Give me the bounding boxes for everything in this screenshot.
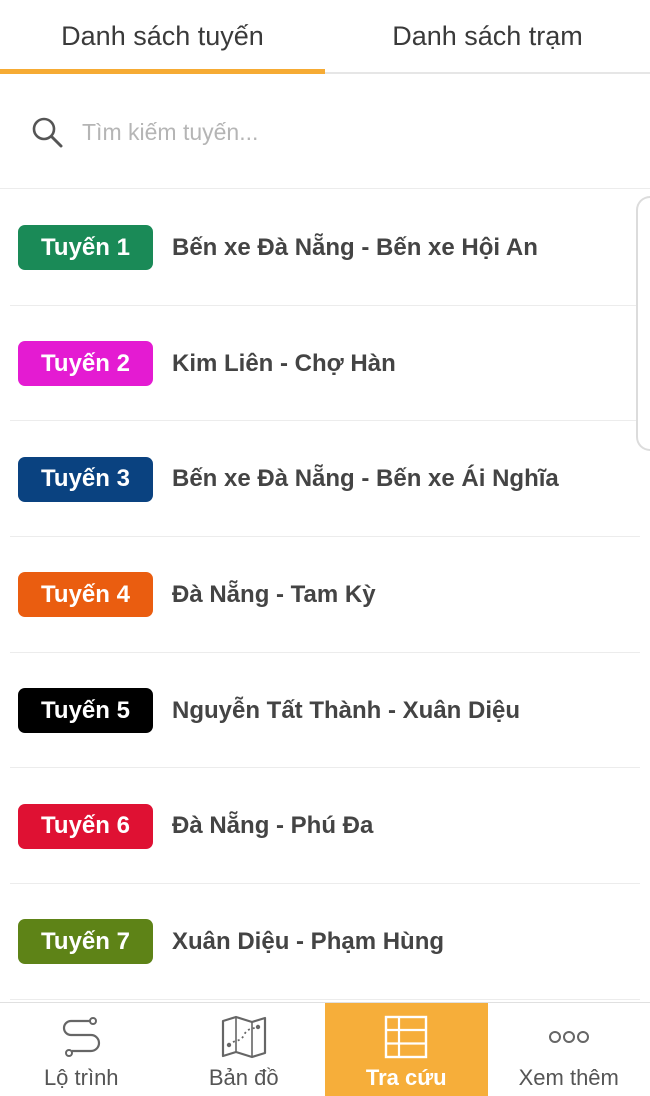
- tab-route-list[interactable]: Danh sách tuyến: [0, 0, 325, 74]
- route-badge: Tuyến 1: [18, 225, 153, 271]
- route-row[interactable]: Tuyến 6 Đà Nẵng - Phú Đa: [0, 768, 650, 884]
- route-row[interactable]: Tuyến 4 Đà Nẵng - Tam Kỳ: [0, 537, 650, 653]
- nav-map[interactable]: Bản đồ: [163, 1003, 326, 1096]
- route-badge: Tuyến 7: [18, 919, 153, 965]
- nav-more-label: Xem thêm: [518, 1065, 619, 1090]
- scroll-indicator[interactable]: [636, 196, 650, 451]
- route-row[interactable]: Tuyến 3 Bến xe Đà Nẵng - Bến xe Ái Nghĩa: [0, 421, 650, 537]
- route-badge: Tuyến 4: [18, 572, 153, 618]
- more-icon: [547, 1015, 591, 1059]
- nav-route[interactable]: Lộ trình: [0, 1003, 163, 1096]
- tab-bar: Danh sách tuyến Danh sách trạm: [0, 0, 650, 74]
- nav-lookup[interactable]: Tra cứu: [325, 1003, 488, 1096]
- route-list: Tuyến 1 Bến xe Đà Nẵng - Bến xe Hội An T…: [0, 190, 650, 1002]
- tab-station-list[interactable]: Danh sách trạm: [325, 0, 650, 72]
- map-icon: [220, 1015, 268, 1059]
- search-bar: [0, 76, 650, 189]
- route-name: Xuân Diệu - Phạm Hùng: [172, 927, 445, 955]
- route-name: Bến xe Đà Nẵng - Bến xe Hội An: [172, 233, 538, 261]
- route-row[interactable]: Tuyến 2 Kim Liên - Chợ Hàn: [0, 306, 650, 422]
- search-icon[interactable]: [30, 115, 64, 149]
- route-name: Đà Nẵng - Phú Đa: [172, 812, 374, 840]
- route-row[interactable]: Tuyến 5 Nguyễn Tất Thành - Xuân Diệu: [0, 653, 650, 769]
- nav-route-label: Lộ trình: [43, 1065, 119, 1090]
- route-badge: Tuyến 3: [18, 456, 153, 502]
- nav-more[interactable]: Xem thêm: [488, 1003, 650, 1096]
- bottom-nav: Lộ trình Bản đồ Tra cứu Xem thêm: [0, 1002, 650, 1096]
- route-name: Đà Nẵng - Tam Kỳ: [172, 580, 376, 608]
- route-badge: Tuyến 5: [18, 688, 153, 734]
- route-row[interactable]: Tuyến 1 Bến xe Đà Nẵng - Bến xe Hội An: [0, 190, 650, 306]
- nav-lookup-label: Tra cứu: [365, 1065, 447, 1090]
- search-input[interactable]: [82, 118, 602, 146]
- route-name: Bến xe Đà Nẵng - Bến xe Ái Nghĩa: [172, 465, 559, 493]
- route-badge: Tuyến 2: [18, 341, 153, 387]
- grid-icon: [384, 1015, 428, 1059]
- route-name: Nguyễn Tất Thành - Xuân Diệu: [172, 696, 521, 724]
- route-icon: [59, 1015, 103, 1059]
- tab-station-list-label: Danh sách trạm: [392, 20, 583, 51]
- route-name: Kim Liên - Chợ Hàn: [172, 349, 396, 377]
- tab-route-list-label: Danh sách tuyến: [61, 20, 264, 51]
- route-badge: Tuyến 6: [18, 803, 153, 849]
- route-row[interactable]: Tuyến 7 Xuân Diệu - Phạm Hùng: [0, 884, 650, 1000]
- nav-map-label: Bản đồ: [208, 1065, 279, 1090]
